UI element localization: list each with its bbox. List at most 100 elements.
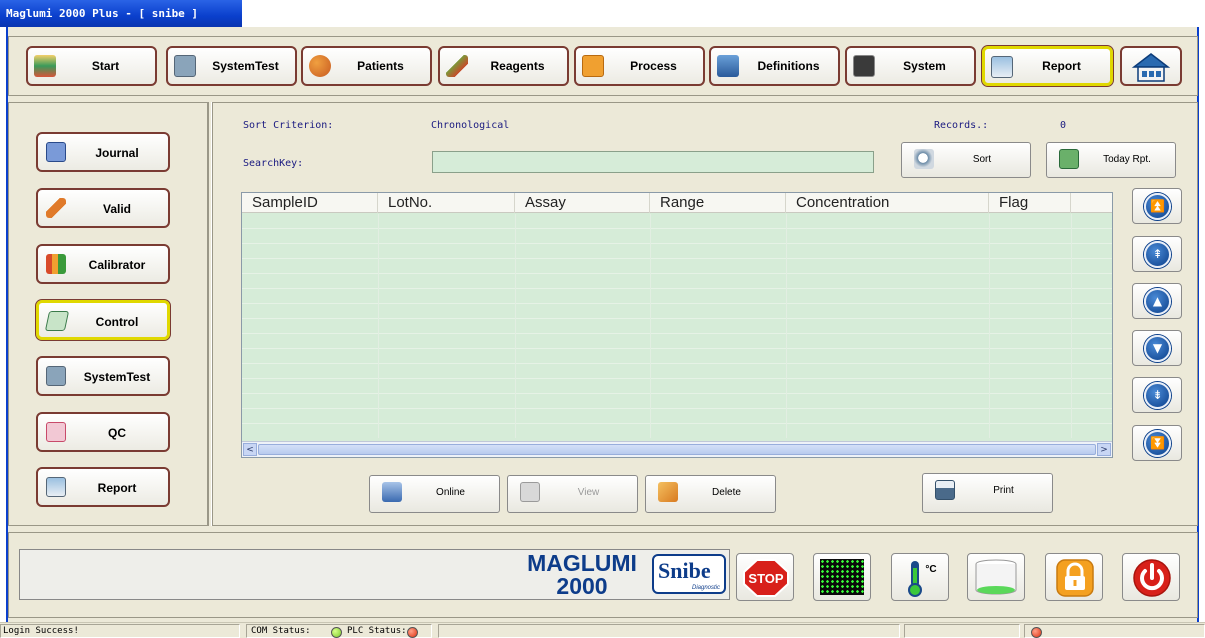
scroll-page-up-button[interactable]: ⇞ [1132,236,1182,272]
patients-icon [309,55,331,77]
com-status-led-icon [331,627,342,638]
online-icon [382,482,402,502]
sidebar-item-label: Journal [95,146,139,160]
scroll-page-down-button[interactable]: ⇟ [1132,377,1182,413]
records-label: Records.: [934,120,989,131]
status-segment [904,624,1020,638]
sidebar-item-valid[interactable]: Valid [36,188,170,228]
today-report-label: Today Rpt. [1103,154,1151,165]
status-message: Login Success! [0,624,240,638]
sort-button-label: Sort [972,154,992,165]
online-button-label: Online [436,487,465,498]
sidebar-item-systemtest[interactable]: SystemTest [36,356,170,396]
definitions-icon [717,55,739,77]
searchkey-label: SearchKey: [243,158,304,169]
table-body [242,214,1112,438]
scroll-up-button[interactable]: ▲ [1132,283,1182,319]
alarm-led-icon [1031,627,1042,638]
system-icon [853,55,875,77]
nav-process-button[interactable]: Process [574,46,705,86]
print-button-label: Print [993,485,1014,496]
today-report-button[interactable]: Today Rpt. [1046,142,1176,178]
lock-button[interactable] [1045,553,1103,601]
print-button[interactable]: Print [922,473,1053,513]
horizontal-scrollbar[interactable]: < > [242,441,1112,457]
up-arrow-icon: ▲ [1144,288,1171,315]
power-button[interactable] [1122,553,1180,601]
scrollbar-thumb[interactable] [258,444,1096,455]
substrate-button[interactable] [967,553,1025,601]
scroll-left-arrow-icon[interactable]: < [243,443,257,456]
delete-box-icon [658,482,678,502]
online-button[interactable]: Online [369,475,500,513]
report-icon [991,56,1013,78]
view-button-label: View [577,487,600,498]
nav-reagents-button[interactable]: Reagents [438,46,569,86]
nav-reagents-label: Reagents [490,59,545,73]
column-header-assay[interactable]: Assay [515,193,650,213]
home-button[interactable] [1120,46,1182,86]
snibe-logo-text: Snibe [658,558,711,583]
nav-definitions-button[interactable]: Definitions [709,46,840,86]
brand-line1: MAGLUMI [527,550,637,576]
results-table[interactable]: SampleID LotNo. Assay Range Concentratio… [241,192,1113,458]
calculator-icon [1059,149,1079,169]
scroll-bottom-button[interactable]: ⏬ [1132,425,1182,461]
table-header: SampleID LotNo. Assay Range Concentratio… [242,193,1112,213]
nav-definitions-label: Definitions [757,59,820,73]
calibrator-icon [46,254,66,274]
first-record-icon: ⏫ [1144,193,1171,220]
plc-status-label: PLC Status: [347,626,407,636]
column-divider [786,214,787,438]
top-navigation: Start SystemTest Patients Reagents Proce… [8,36,1198,96]
status-segment [438,624,900,638]
sort-criterion-label: Sort Criterion: [243,120,334,131]
systemtest-icon [174,55,196,77]
com-status-label: COM Status: [251,626,311,636]
records-count: 0 [1060,120,1067,131]
scroll-right-arrow-icon[interactable]: > [1097,443,1111,456]
control-icon [44,311,70,331]
column-divider [989,214,990,438]
start-icon [34,55,56,77]
sidebar-item-control[interactable]: Control [35,299,171,341]
column-divider [515,214,516,438]
column-header-flag[interactable]: Flag [989,193,1071,213]
nav-systemtest-button[interactable]: SystemTest [166,46,297,86]
scroll-top-button[interactable]: ⏫ [1132,188,1182,224]
sidebar-item-journal[interactable]: Journal [36,132,170,172]
sidebar-item-qc[interactable]: QC [36,412,170,452]
down-arrow-icon: ▼ [1144,335,1171,362]
valid-icon [46,198,66,218]
delete-button[interactable]: Delete [645,475,776,513]
sidebar-item-label: QC [108,426,126,440]
process-icon [582,55,604,77]
temperature-button[interactable]: °C [891,553,949,601]
column-header-range[interactable]: Range [650,193,786,213]
search-input[interactable] [432,151,874,173]
sidebar-item-calibrator[interactable]: Calibrator [36,244,170,284]
led-grid-icon [820,559,864,595]
journal-icon [46,142,66,162]
nav-system-button[interactable]: System [845,46,976,86]
nav-report-button[interactable]: Report [981,45,1114,87]
column-header-concentration[interactable]: Concentration [786,193,989,213]
column-header-sampleid[interactable]: SampleID [242,193,378,213]
status-alarm [1024,624,1205,638]
last-record-icon: ⏬ [1144,430,1171,457]
view-button[interactable]: View [507,475,638,513]
page-down-icon: ⇟ [1144,382,1171,409]
rack-status-button[interactable] [813,553,871,601]
brand-logo: MAGLUMI 2000 Snibe Diagnostic [516,552,730,600]
window-title: Maglumi 2000 Plus - [ snibe ] [0,0,242,27]
temperature-unit: °C [925,564,936,575]
sidebar-item-report[interactable]: Report [36,467,170,507]
nav-patients-button[interactable]: Patients [301,46,432,86]
stop-button[interactable]: STOP [736,553,794,601]
scroll-down-button[interactable]: ▼ [1132,330,1182,366]
home-icon [1131,53,1171,82]
nav-system-label: System [903,59,946,73]
sort-button[interactable]: Sort [901,142,1031,178]
nav-start-button[interactable]: Start [26,46,157,86]
column-header-lotno[interactable]: LotNo. [378,193,515,213]
